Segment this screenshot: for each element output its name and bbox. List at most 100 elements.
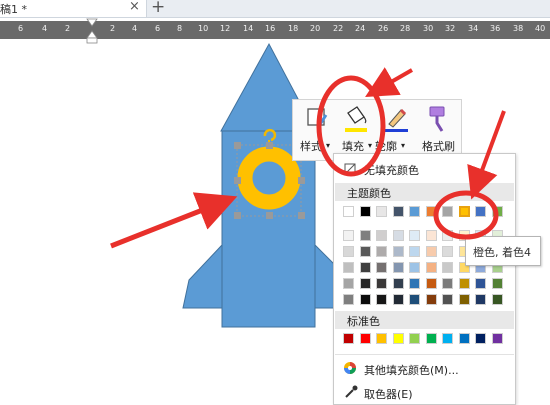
color-swatch[interactable]: [343, 246, 354, 257]
color-swatch[interactable]: [376, 294, 387, 305]
ruler-tick: 36: [490, 24, 501, 33]
color-swatch[interactable]: [376, 278, 387, 289]
chevron-down-icon: ▾: [368, 141, 373, 150]
color-swatch[interactable]: [376, 230, 387, 241]
fill-button[interactable]: 填充 ▾: [337, 100, 373, 158]
outline-button[interactable]: 轮廓 ▾: [375, 100, 415, 158]
color-swatch[interactable]: [409, 333, 420, 344]
color-swatch[interactable]: [426, 246, 437, 257]
eyedropper-menu-item[interactable]: 取色器(E): [334, 382, 515, 404]
resize-handle[interactable]: [266, 142, 273, 149]
color-swatch[interactable]: [409, 246, 420, 257]
color-swatch[interactable]: [343, 230, 354, 241]
color-swatch[interactable]: [442, 333, 453, 344]
style-button[interactable]: 样式 ▾: [297, 100, 337, 158]
color-swatch[interactable]: [393, 294, 404, 305]
ruler-tick: 38: [513, 24, 524, 33]
color-swatch[interactable]: [360, 262, 371, 273]
color-swatch[interactable]: [492, 278, 503, 289]
color-swatch[interactable]: [442, 294, 453, 305]
color-swatch[interactable]: [442, 230, 453, 241]
fill-color-menu: 无填充颜色 主题颜色 标准色 其他填充颜色(M)... 取色器(E): [333, 153, 516, 405]
color-swatch[interactable]: [426, 294, 437, 305]
color-swatch[interactable]: [475, 333, 486, 344]
color-swatch[interactable]: [492, 294, 503, 305]
color-swatch[interactable]: [442, 206, 453, 217]
shape-style-icon: [307, 108, 328, 127]
resize-handle[interactable]: [298, 212, 305, 219]
color-swatch[interactable]: [442, 246, 453, 257]
color-swatch[interactable]: [459, 206, 470, 217]
format-painter-icon: [429, 106, 445, 132]
color-swatch[interactable]: [475, 206, 486, 217]
resize-handle[interactable]: [298, 177, 305, 184]
color-swatch[interactable]: [459, 278, 470, 289]
color-swatch[interactable]: [393, 262, 404, 273]
no-fill-icon: [344, 163, 356, 175]
color-swatch[interactable]: [360, 206, 371, 217]
resize-handle[interactable]: [234, 177, 241, 184]
add-tab-icon[interactable]: +: [151, 0, 165, 17]
document-tab[interactable]: 稿1 * ×: [0, 0, 147, 17]
color-swatch[interactable]: [360, 333, 371, 344]
color-swatch[interactable]: [360, 230, 371, 241]
color-swatch[interactable]: [426, 278, 437, 289]
color-swatch[interactable]: [426, 230, 437, 241]
color-swatch[interactable]: [409, 278, 420, 289]
color-swatch[interactable]: [376, 333, 387, 344]
color-swatch[interactable]: [393, 333, 404, 344]
color-swatch[interactable]: [393, 206, 404, 217]
color-swatch[interactable]: [393, 278, 404, 289]
ruler-tick: 22: [333, 24, 344, 33]
color-swatch[interactable]: [426, 333, 437, 344]
color-swatch[interactable]: [409, 294, 420, 305]
color-swatch[interactable]: [409, 230, 420, 241]
color-swatch[interactable]: [376, 246, 387, 257]
paint-bucket-icon: [345, 106, 367, 132]
color-swatch[interactable]: [475, 294, 486, 305]
resize-handle[interactable]: [234, 212, 241, 219]
color-swatch[interactable]: [376, 206, 387, 217]
color-swatch[interactable]: [343, 206, 354, 217]
color-swatch[interactable]: [360, 278, 371, 289]
ruler-tick: 16: [265, 24, 276, 33]
more-fill-colors-menu-item[interactable]: 其他填充颜色(M)...: [334, 358, 515, 380]
color-swatch[interactable]: [409, 206, 420, 217]
no-fill-menu-item[interactable]: 无填充颜色: [334, 160, 515, 180]
color-swatch[interactable]: [343, 333, 354, 344]
color-swatch[interactable]: [393, 230, 404, 241]
ruler-tick: 26: [378, 24, 389, 33]
color-swatch[interactable]: [442, 262, 453, 273]
horizontal-ruler[interactable]: 6 4 2 2 4 6 8 10 12 14 16 18 20 22 24 26…: [0, 21, 550, 39]
color-swatch[interactable]: [492, 206, 503, 217]
color-swatch[interactable]: [409, 262, 420, 273]
color-swatch[interactable]: [426, 206, 437, 217]
chevron-down-icon: ▾: [401, 141, 406, 150]
rocket-shape[interactable]: [182, 42, 358, 328]
color-swatch[interactable]: [459, 294, 470, 305]
color-swatch[interactable]: [492, 333, 503, 344]
format-painter-button[interactable]: 格式刷: [417, 100, 459, 158]
color-swatch[interactable]: [343, 262, 354, 273]
color-swatch[interactable]: [360, 294, 371, 305]
close-icon[interactable]: ×: [129, 0, 140, 14]
color-wheel-icon: [344, 362, 356, 374]
floating-shape-toolbar: 样式 ▾ 填充 ▾ 轮廓 ▾ 格式刷: [292, 99, 462, 161]
color-swatch[interactable]: [426, 262, 437, 273]
ruler-tick: 12: [220, 24, 231, 33]
standard-colors-heading-label: 标准色: [347, 315, 380, 328]
resize-handle[interactable]: [234, 142, 241, 149]
color-swatch[interactable]: [343, 294, 354, 305]
ruler-tick: 4: [42, 24, 48, 33]
color-swatch[interactable]: [475, 278, 486, 289]
resize-handle[interactable]: [266, 212, 273, 219]
ruler-tick: 6: [155, 24, 161, 33]
ruler-tick: 40: [535, 24, 546, 33]
color-swatch[interactable]: [343, 278, 354, 289]
color-swatch[interactable]: [360, 246, 371, 257]
color-swatch[interactable]: [376, 262, 387, 273]
color-swatch[interactable]: [459, 333, 470, 344]
color-swatch[interactable]: [393, 246, 404, 257]
color-swatch[interactable]: [442, 278, 453, 289]
no-fill-label: 无填充颜色: [364, 164, 419, 177]
